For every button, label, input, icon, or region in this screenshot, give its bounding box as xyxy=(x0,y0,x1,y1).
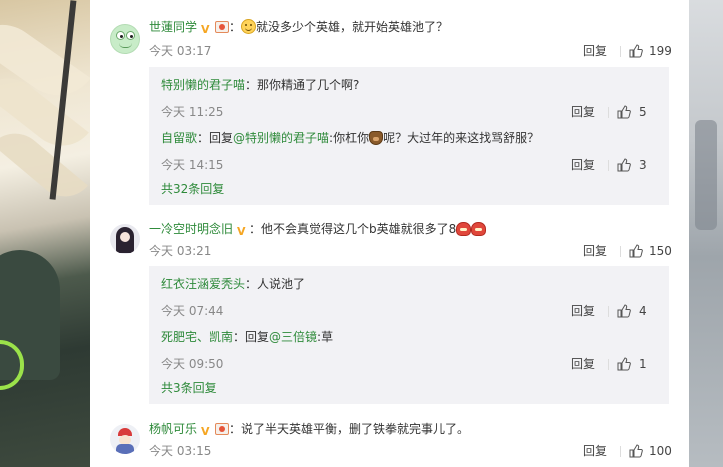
reply-username[interactable]: 特别懒的君子喵 xyxy=(161,78,245,92)
reply-username[interactable]: 死肥宅、凯南 xyxy=(161,330,233,344)
reply-text: ：回复 xyxy=(233,330,270,344)
reply-text: :草 xyxy=(317,330,334,344)
reply-text: 呢？大过年的来这找骂舒服？ xyxy=(383,131,540,145)
timestamp: 今天 07:44 xyxy=(161,304,224,318)
reply-text: ：那你精通了几个啊? xyxy=(245,78,360,92)
divider xyxy=(608,359,609,370)
red-face-emoji-icon xyxy=(471,222,487,236)
reply-item: 特别懒的君子喵：那你精通了几个啊? 今天 11:25 回复 5 xyxy=(149,67,669,120)
divider xyxy=(620,446,621,457)
like-count: 1 xyxy=(639,357,647,371)
like-count: 199 xyxy=(649,44,672,58)
comment-text: ：他不会真觉得这几个b英雄就很多了8 xyxy=(249,222,457,236)
reply-username[interactable]: 红衣汪涵爱秃头 xyxy=(161,277,245,291)
more-replies-link[interactable]: 共3条回复 xyxy=(149,372,669,404)
mention-link[interactable]: @特别懒的君子喵 xyxy=(233,131,329,145)
reply-text: ：回复 xyxy=(197,131,234,145)
comments-panel: 世蓮同学 V：就没多少个英雄，就开始英雄池了？ 今天 03:17 回复 199 特… xyxy=(90,0,689,467)
username[interactable]: 杨帆可乐 xyxy=(149,422,197,436)
comment-text: 就没多少个英雄，就开始英雄池了？ xyxy=(256,20,449,34)
red-face-emoji-icon xyxy=(456,222,472,236)
reply-item: 死肥宅、凯南：回复@三倍镜:草 今天 09:50 回复 1 xyxy=(149,319,669,372)
like-count: 100 xyxy=(649,444,672,458)
verified-v-icon: V xyxy=(201,23,210,36)
vip-badge-icon xyxy=(215,423,230,435)
thumbs-up-icon xyxy=(629,44,643,58)
thumbs-up-icon xyxy=(629,244,643,258)
reply-button[interactable]: 回复 xyxy=(571,355,595,373)
verified-v-icon: V xyxy=(201,425,210,438)
username[interactable]: 世蓮同学 xyxy=(149,20,197,34)
timestamp: 今天 03:21 xyxy=(149,244,212,258)
thumbs-up-icon xyxy=(617,105,631,119)
divider xyxy=(608,160,609,171)
avatar[interactable] xyxy=(110,24,140,54)
divider xyxy=(608,107,609,118)
reply-thread: 特别懒的君子喵：那你精通了几个啊? 今天 11:25 回复 5 自留歌：回复@特… xyxy=(149,67,669,205)
vip-badge-icon xyxy=(215,21,230,33)
background-artwork xyxy=(0,0,90,467)
like-count: 4 xyxy=(639,304,647,318)
reply-button[interactable]: 回复 xyxy=(583,42,607,60)
avatar[interactable] xyxy=(110,424,140,454)
reply-username[interactable]: 自留歌 xyxy=(161,131,197,145)
reply-text: ：人说池了 xyxy=(245,277,306,291)
reply-button[interactable]: 回复 xyxy=(583,242,607,260)
thumbs-up-icon xyxy=(617,304,631,318)
comment-text: ：说了半天英雄平衡，删了铁拳就完事儿了。 xyxy=(229,422,470,436)
reply-item: 自留歌：回复@特别懒的君子喵:你杠你 呢？大过年的来这找骂舒服？ 今天 14:15… xyxy=(149,120,669,173)
more-replies-link[interactable]: 共32条回复 xyxy=(149,173,669,205)
thumbs-up-icon xyxy=(617,158,631,172)
timestamp: 今天 03:17 xyxy=(149,44,212,58)
reply-button[interactable]: 回复 xyxy=(571,156,595,174)
timestamp: 今天 11:25 xyxy=(161,105,224,119)
username[interactable]: 一冷空时明念旧 xyxy=(149,222,233,236)
reply-item: 红衣汪涵爱秃头：人说池了 今天 07:44 回复 4 xyxy=(149,266,669,319)
smile-emoji-icon xyxy=(241,19,257,34)
like-count: 5 xyxy=(639,105,647,119)
reply-button[interactable]: 回复 xyxy=(583,442,607,460)
thumbs-up-icon xyxy=(629,444,643,458)
reply-text: :你杠你 xyxy=(329,131,370,145)
reply-button[interactable]: 回复 xyxy=(571,103,595,121)
background-artwork-right xyxy=(689,0,723,467)
like-count: 150 xyxy=(649,244,672,258)
divider xyxy=(608,306,609,317)
timestamp: 今天 09:50 xyxy=(161,357,224,371)
reply-thread: 红衣汪涵爱秃头：人说池了 今天 07:44 回复 4 死肥宅、凯南：回复@三倍镜… xyxy=(149,266,669,404)
divider xyxy=(620,246,621,257)
reply-button[interactable]: 回复 xyxy=(571,302,595,320)
divider xyxy=(620,46,621,57)
verified-v-icon: V xyxy=(237,225,246,238)
timestamp: 今天 14:15 xyxy=(161,158,224,172)
dog-emoji-icon xyxy=(369,131,384,145)
mention-link[interactable]: @三倍镜 xyxy=(269,330,317,344)
timestamp: 今天 03:15 xyxy=(149,444,212,458)
like-count: 3 xyxy=(639,158,647,172)
avatar[interactable] xyxy=(110,224,140,254)
thumbs-up-icon xyxy=(617,357,631,371)
